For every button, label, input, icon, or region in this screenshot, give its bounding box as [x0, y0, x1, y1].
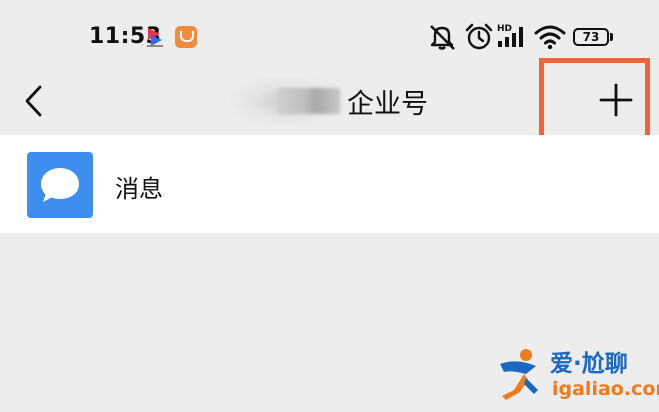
alarm-icon	[464, 22, 494, 52]
battery-icon: 73	[573, 28, 609, 46]
back-button[interactable]	[18, 78, 54, 122]
page-title: 企业号	[347, 89, 428, 120]
message-icon	[27, 152, 93, 218]
screen: 11:53 HD 73 企业号 消息 爱·尬聊 igaliao.co	[0, 0, 659, 412]
wifi-icon	[534, 22, 566, 52]
official-account-list: 消息	[0, 135, 659, 233]
chevron-left-icon	[25, 85, 42, 117]
watermark-site: igaliao.com	[552, 378, 659, 400]
mute-icon	[427, 22, 457, 52]
plus-icon	[599, 83, 633, 117]
watermark-name: 爱·尬聊	[550, 351, 628, 377]
watermark-logo-icon	[500, 349, 538, 400]
nav-bar: 企业号	[0, 58, 659, 140]
blurred-title-mask	[278, 88, 340, 114]
add-button[interactable]	[539, 58, 650, 140]
list-item-messages[interactable]: 消息	[0, 135, 659, 233]
app-icon	[146, 26, 164, 48]
signal-icon: HD	[496, 22, 530, 52]
app-icon	[175, 26, 197, 48]
list-item-label: 消息	[115, 175, 163, 203]
battery-cap	[610, 33, 613, 41]
watermark: 爱·尬聊 igaliao.com	[496, 338, 659, 406]
network-label: HD	[497, 24, 512, 34]
